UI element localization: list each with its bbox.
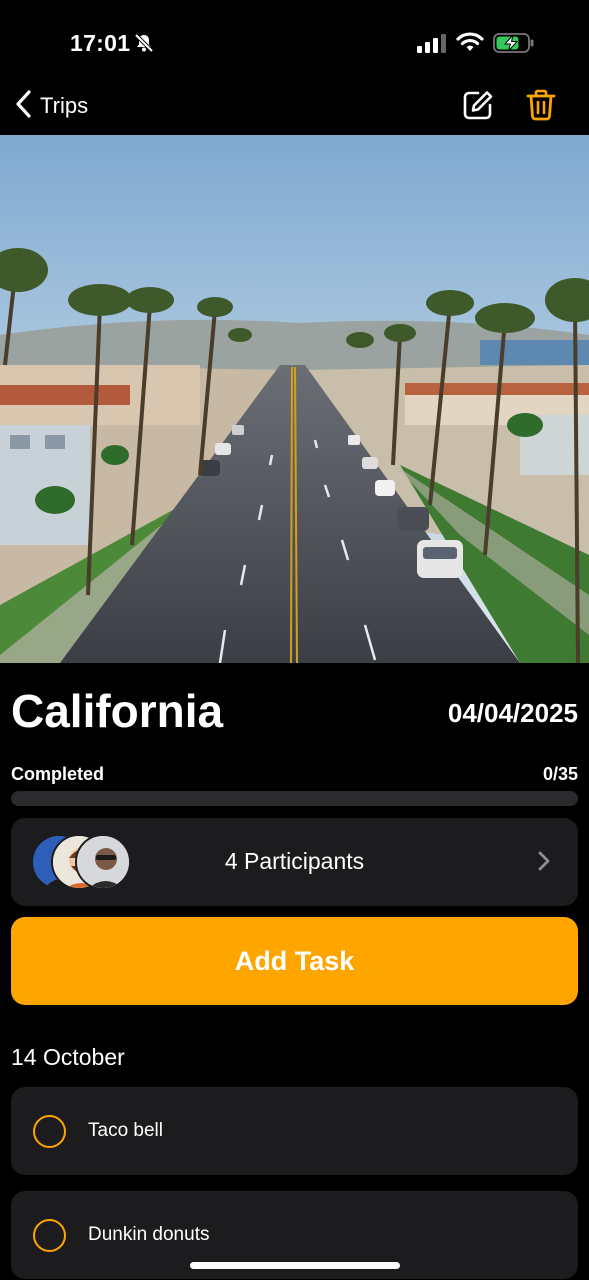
battery-charging-icon [493, 32, 535, 59]
edit-button[interactable] [462, 89, 494, 126]
chevron-right-icon [538, 851, 550, 876]
wifi-icon [456, 31, 484, 58]
cellular-signal-icon [417, 33, 447, 58]
nav-bar: Trips [0, 80, 589, 135]
task-checkbox[interactable] [33, 1219, 66, 1252]
task-checkbox[interactable] [33, 1115, 66, 1148]
task-label: Taco bell [88, 1120, 163, 1141]
task-label: Dunkin donuts [88, 1224, 210, 1245]
bell-slash-icon [133, 32, 155, 59]
back-button[interactable]: Trips [14, 89, 89, 124]
task-item[interactable]: Taco bell [11, 1087, 578, 1175]
delete-button[interactable] [526, 89, 556, 126]
section-date-header: 14 October [11, 1044, 125, 1070]
edit-icon [462, 91, 494, 125]
progress-count: 0/35 [542, 764, 578, 784]
trash-icon [526, 89, 556, 125]
participants-label: 4 Participants [224, 848, 365, 874]
chevron-left-icon [14, 89, 32, 124]
trip-date: 04/04/2025 [447, 698, 578, 728]
participants-row[interactable]: 4 Participants [11, 818, 578, 906]
trip-cover-photo [0, 135, 589, 663]
trip-title: California [11, 685, 224, 737]
home-indicator[interactable] [190, 1262, 400, 1269]
progress-bar [11, 791, 578, 806]
add-task-button[interactable]: Add Task [11, 917, 578, 1005]
status-time: 17:01 [70, 30, 131, 56]
status-bar: 17:01 [0, 0, 589, 80]
back-label: Trips [40, 93, 89, 118]
progress-label: Completed [11, 764, 105, 784]
